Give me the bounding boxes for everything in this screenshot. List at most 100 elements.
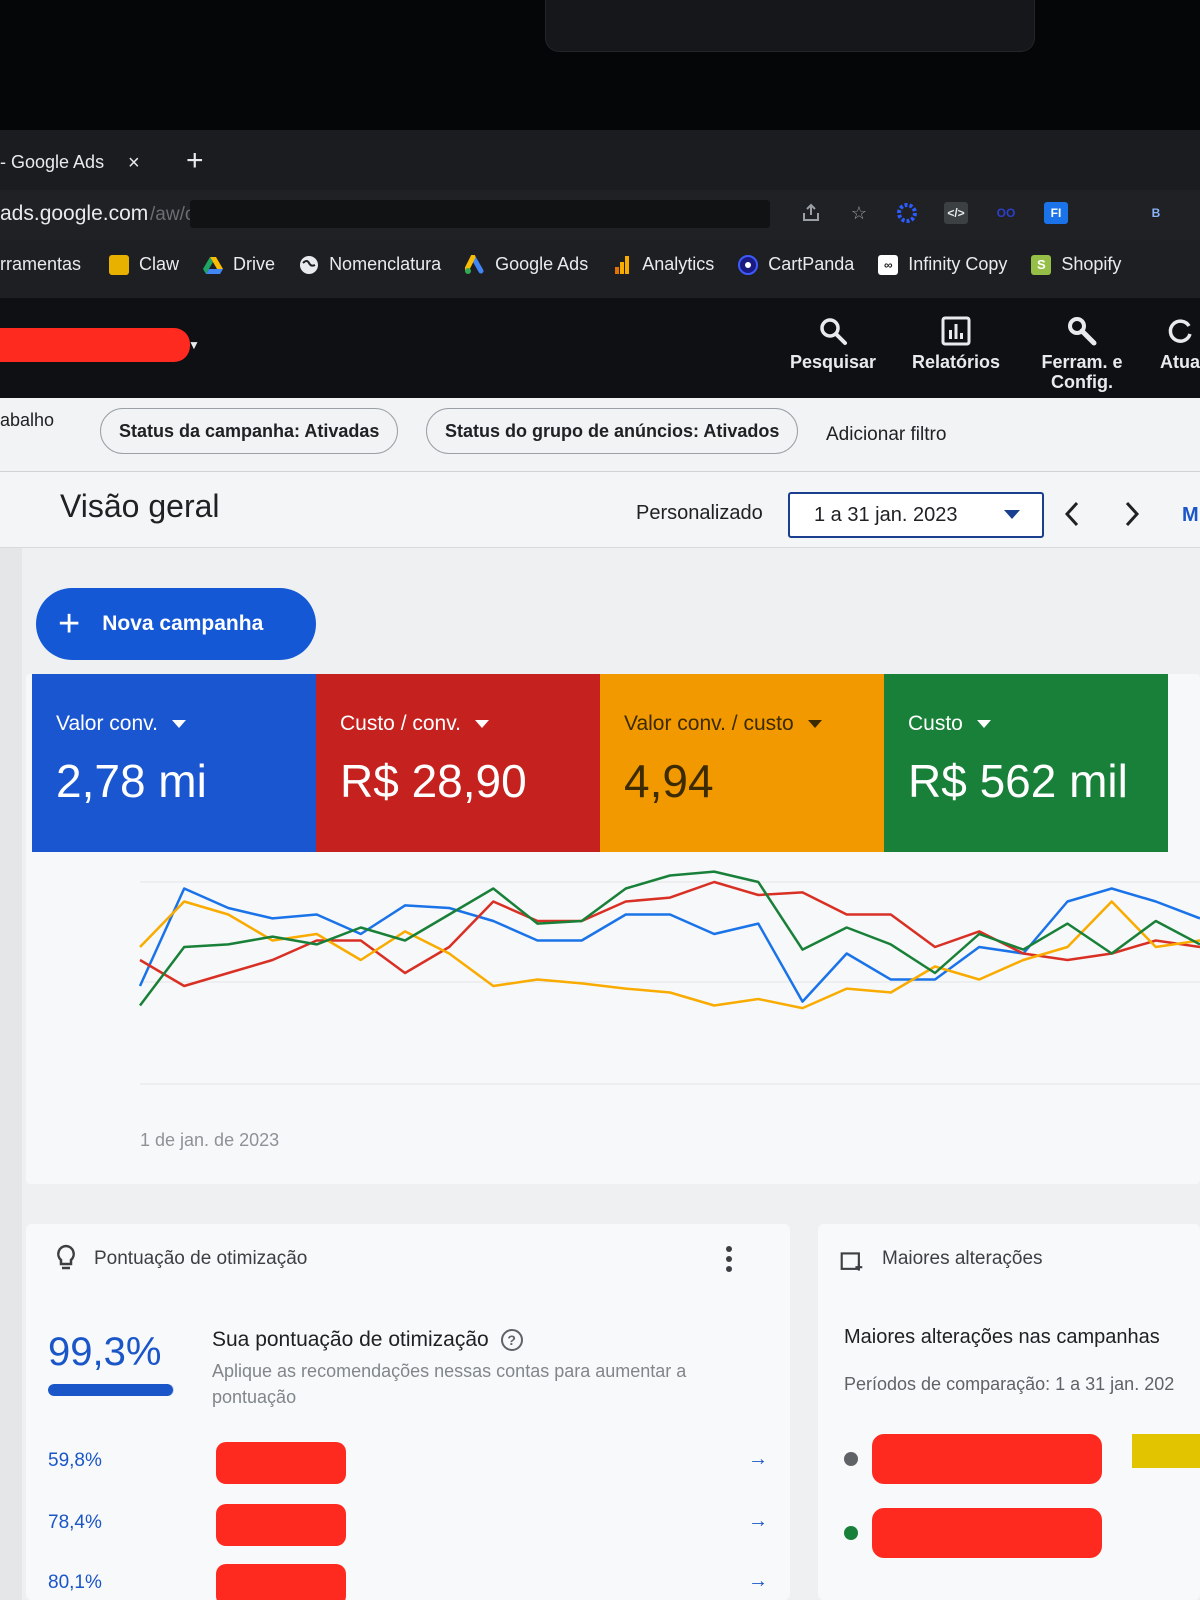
workspace-label: abalho (0, 410, 55, 430)
lightbulb-icon (57, 1244, 75, 1270)
reports-icon (941, 314, 971, 348)
card-title: Pontuação de otimização (94, 1248, 308, 1269)
url-host: ads.google.com (0, 202, 149, 225)
scorecard-conv-value-per-cost[interactable]: Valor conv. / custo 4,94 (600, 674, 884, 852)
bookmark-cartpanda[interactable]: CartPanda (738, 254, 854, 275)
plus-icon: + (58, 603, 81, 645)
filter-chip-adgroup-status[interactable]: Status do grupo de anúncios: Ativados (426, 408, 799, 454)
bookmark-label: Google Ads (495, 254, 589, 274)
previous-period-icon[interactable] (1062, 500, 1082, 533)
bookmark-label: Shopify (1061, 254, 1122, 274)
more-vert-icon[interactable] (726, 1246, 732, 1272)
more-options-button[interactable]: M (1182, 504, 1199, 527)
address-bar-actions: ☆ </> OO FI B (800, 202, 1168, 224)
scorecard-label-text: Valor conv. (56, 712, 158, 735)
arrow-right-icon[interactable]: → (748, 1570, 768, 1593)
arrow-right-icon[interactable]: → (748, 1448, 768, 1471)
tools-button-label: Ferram. e Config. (1041, 352, 1123, 392)
scorecard-label[interactable]: Custo (908, 712, 991, 736)
bookmark-label: Drive (233, 254, 276, 274)
dropdown-caret-icon (171, 720, 186, 728)
scorecard-label-text: Valor conv. / custo (624, 712, 794, 735)
browser-tab[interactable]: - Google Ads (0, 142, 104, 182)
ads-top-header: ▼ Pesquisar Relatórios Ferram. e Config.… (0, 298, 1200, 398)
add-filter-button[interactable]: Adicionar filtro (826, 424, 946, 446)
help-icon[interactable]: ? (500, 1329, 523, 1351)
bookmark-ferramentas[interactable]: rramentas (0, 254, 81, 275)
scorecard-cost[interactable]: Custo R$ 562 mil (884, 674, 1168, 852)
arrow-right-icon[interactable]: → (748, 1510, 768, 1533)
tools-settings-button[interactable]: Ferram. e Config. (1034, 314, 1130, 392)
account-score: 78,4% (48, 1512, 102, 1533)
ads-app-body: abalho Status da campanha: Ativadas Stat… (0, 398, 1200, 1600)
scorecard-conv-value[interactable]: Valor conv. 2,78 mi (32, 674, 316, 852)
search-button[interactable]: Pesquisar (790, 314, 876, 372)
code-extension-icon[interactable]: </> (944, 202, 968, 224)
redacted-campaign-name (872, 1434, 1102, 1484)
bookmark-label: Nomenclatura (329, 254, 442, 274)
bookmark-shopify[interactable]: S Shopify (1031, 254, 1121, 275)
series-line (139, 900, 1200, 1010)
refresh-button[interactable]: Atua (1160, 314, 1200, 372)
bookmark-star-icon[interactable]: ☆ (848, 202, 870, 224)
scorecard-cost-per-conv[interactable]: Custo / conv. R$ 28,90 (316, 674, 600, 852)
scorecard-label-text: Custo (908, 712, 963, 735)
chip-label: Status do grupo de anúncios: Ativados (445, 420, 780, 441)
change-indicator-bar (1132, 1434, 1200, 1468)
bookmark-claw[interactable]: Claw (109, 254, 179, 275)
scorecard-label[interactable]: Valor conv. / custo (624, 712, 822, 736)
optimization-heading: Sua pontuação de otimização ? (212, 1328, 523, 1352)
optimization-score-card: Pontuação de otimização 99,3% Sua pontua… (26, 1224, 790, 1600)
b-extension-icon[interactable]: B (1144, 202, 1168, 224)
performance-line-chart[interactable] (26, 852, 1200, 1122)
date-range-picker[interactable]: 1 a 31 jan. 2023 (788, 492, 1044, 538)
redacted-account-name (216, 1442, 346, 1484)
series-line (138, 887, 1200, 1003)
date-range-value: 1 a 31 jan. 2023 (814, 503, 958, 526)
reports-button[interactable]: Relatórios (912, 314, 1000, 372)
cartpanda-icon (738, 254, 759, 275)
chevron-down-icon[interactable]: ▼ (188, 338, 200, 352)
address-bar[interactable]: ads.google.com /aw/ov ☆ </> OO FI B (0, 190, 1200, 240)
search-icon (818, 314, 848, 348)
bookmark-analytics[interactable]: Analytics (612, 254, 714, 275)
analytics-icon (615, 255, 630, 274)
bookmark-nomenclatura[interactable]: Nomenclatura (299, 254, 441, 275)
dropdown-caret-icon (1004, 510, 1020, 519)
filter-chip-campaign-status[interactable]: Status da campanha: Ativadas (100, 408, 399, 454)
scorecard-label[interactable]: Custo / conv. (340, 712, 489, 736)
refresh-icon (1165, 314, 1195, 348)
account-score-row[interactable]: 80,1% → (48, 1564, 768, 1600)
new-tab-icon[interactable]: + (186, 144, 204, 178)
fi-extension-icon[interactable]: FI (1044, 202, 1068, 224)
bookmark-label: rramentas (0, 254, 82, 274)
optimization-score-value: 99,3% (48, 1330, 162, 1374)
bookmark-drive[interactable]: Drive (203, 254, 275, 275)
oo-extension-icon[interactable]: OO (994, 202, 1018, 224)
filter-bar: abalho Status da campanha: Ativadas Stat… (0, 398, 1200, 472)
bookmark-infinity-copy[interactable]: ∞ Infinity Copy (878, 254, 1007, 275)
next-period-icon[interactable] (1122, 500, 1142, 533)
left-navigation-rail[interactable] (0, 472, 22, 1600)
refresh-button-label: Atua (1160, 352, 1200, 372)
webcam-housing (545, 0, 1035, 52)
account-score-row[interactable]: 78,4% → (48, 1504, 768, 1546)
change-row[interactable] (844, 1508, 1200, 1558)
account-selector[interactable] (0, 328, 190, 362)
biggest-changes-card: Maiores alterações Maiores alterações na… (818, 1224, 1200, 1600)
score-bar-fill (48, 1384, 174, 1396)
bookmarks-list: rramentas Claw Drive Nomenclatura Google… (0, 254, 1145, 275)
close-tab-icon[interactable]: × (128, 152, 140, 175)
changes-icon (840, 1252, 863, 1271)
changes-heading: Maiores alterações nas campanhas (844, 1326, 1160, 1348)
scorecard-value: R$ 562 mil (908, 755, 1128, 807)
account-score-row[interactable]: 59,8% → (48, 1442, 768, 1484)
share-icon[interactable] (800, 202, 822, 224)
extension-gear-icon[interactable] (896, 202, 918, 224)
new-campaign-button[interactable]: + Nova campanha (36, 588, 316, 660)
bookmark-google-ads[interactable]: Google Ads (465, 254, 588, 275)
comparison-period: Períodos de comparação: 1 a 31 jan. 202 (844, 1374, 1175, 1394)
scorecard-label[interactable]: Valor conv. (56, 712, 186, 736)
optimization-score-bar (48, 1384, 174, 1396)
enabled-status-icon (844, 1526, 858, 1540)
